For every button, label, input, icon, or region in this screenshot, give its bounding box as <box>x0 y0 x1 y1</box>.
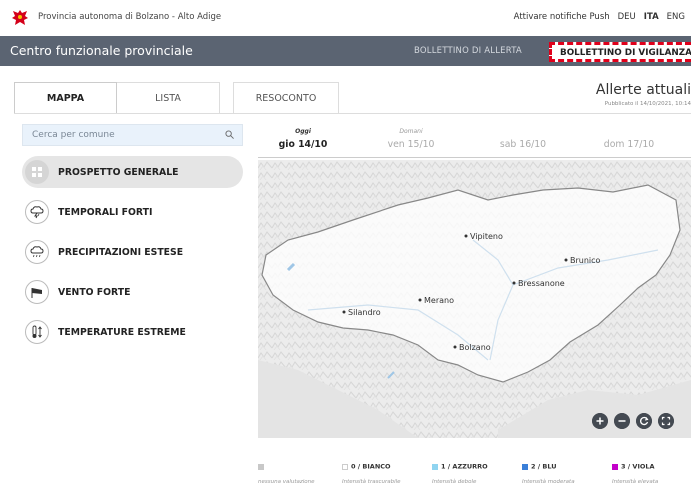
city-marker-bolzano[interactable]: Bolzano <box>453 343 491 352</box>
day-tab-3[interactable]: dom 17/10 <box>584 128 674 150</box>
fullscreen-icon[interactable] <box>658 413 674 429</box>
legend-item-viola: 3 / VIOLA Intensità elevata <box>612 456 658 485</box>
legend-label: 1 / AZZURRO <box>441 462 488 471</box>
legend-swatch <box>522 463 528 470</box>
sidebar-item-precipitazioni[interactable]: PRECIPITAZIONI ESTESE <box>22 236 243 268</box>
city-label: Brunico <box>570 256 601 265</box>
day-top-label <box>584 128 674 137</box>
top-bar: Provincia autonoma di Bolzano - Alto Adi… <box>0 0 691 36</box>
main-navbar: Centro funzionale provinciale BOLLETTINO… <box>0 36 691 66</box>
view-tabs: MAPPA LISTA RESOCONTO <box>14 82 339 114</box>
city-marker-silandro[interactable]: Silandro <box>342 308 381 317</box>
search-placeholder: Cerca per comune <box>32 130 115 140</box>
day-top-label: Oggi <box>295 128 311 135</box>
sidebar-item-temporali[interactable]: TEMPORALI FORTI <box>22 196 243 228</box>
lang-ita[interactable]: ITA <box>644 12 659 22</box>
alert-map[interactable]: Vipiteno Brunico Bressanone Merano Silan… <box>258 160 691 438</box>
legend-desc: Intensità elevata <box>612 479 659 485</box>
day-top-label: Domani <box>399 128 423 135</box>
day-tab-2[interactable]: sab 16/10 <box>478 128 568 150</box>
province-eagle-logo[interactable] <box>12 9 28 27</box>
day-top-label <box>478 128 568 137</box>
intensity-legend: nessuna valutazione 0 / BIANCO Intensità… <box>258 456 691 492</box>
site-title[interactable]: Centro funzionale provinciale <box>10 43 193 58</box>
city-marker-bressanone[interactable]: Bressanone <box>512 279 565 288</box>
sidebar-item-label: PROSPETTO GENERALE <box>58 166 179 178</box>
tab-divider <box>14 113 691 114</box>
thunderstorm-icon <box>25 200 49 224</box>
push-notification-link[interactable]: Attivare notifiche Push <box>514 12 610 22</box>
zoom-out-icon[interactable] <box>614 413 630 429</box>
sidebar-item-label: PRECIPITAZIONI ESTESE <box>58 246 184 258</box>
day-divider <box>258 157 691 158</box>
legend-item-none: nessuna valutazione <box>258 456 315 485</box>
legend-label: 3 / VIOLA <box>621 462 655 471</box>
city-label: Vipiteno <box>470 232 503 241</box>
legend-swatch <box>432 463 438 470</box>
published-date: Pubblicato il 14/10/2021, 10:14 <box>604 101 691 107</box>
legend-swatch <box>612 463 618 470</box>
grid-icon <box>25 160 49 184</box>
wind-icon <box>25 280 49 304</box>
thermometer-icon <box>25 320 49 344</box>
legend-label: 0 / BIANCO <box>351 462 391 471</box>
hazard-list: PROSPETTO GENERALE TEMPORALI FORTI PRECI… <box>22 156 243 356</box>
city-label: Bressanone <box>518 279 565 288</box>
tab-lista[interactable]: LISTA <box>117 82 220 114</box>
legend-swatch <box>258 463 264 470</box>
day-selector: Oggi gio 14/10 Domani ven 15/10 sab 16/1… <box>258 128 691 158</box>
map-canvas[interactable]: Vipiteno Brunico Bressanone Merano Silan… <box>258 160 691 438</box>
legend-desc: Intensità moderata <box>522 479 575 485</box>
sidebar-item-label: VENTO FORTE <box>58 286 131 298</box>
reset-view-icon[interactable] <box>636 413 652 429</box>
legend-desc: Intensità debole <box>432 479 477 485</box>
city-label: Merano <box>424 296 454 305</box>
city-label: Silandro <box>348 308 381 317</box>
sidebar-item-prospetto[interactable]: PROSPETTO GENERALE <box>22 156 243 188</box>
province-name[interactable]: Provincia autonoma di Bolzano - Alto Adi… <box>38 12 221 22</box>
day-label: sab 16/10 <box>499 139 547 150</box>
lang-deu[interactable]: DEU <box>618 12 636 22</box>
legend-item-azzurro: 1 / AZZURRO Intensità debole <box>432 456 488 485</box>
city-marker-merano[interactable]: Merano <box>418 296 455 305</box>
city-marker-brunico[interactable]: Brunico <box>564 256 601 265</box>
day-label: gio 14/10 <box>278 139 328 150</box>
search-icon[interactable] <box>225 130 234 139</box>
city-marker-vipiteno[interactable]: Vipiteno <box>464 232 503 241</box>
rain-cloud-icon <box>25 240 49 264</box>
nav-bollettino-vigilanza[interactable]: BOLLETTINO DI VIGILANZA <box>549 42 691 62</box>
legend-item-bianco: 0 / BIANCO Intensità trascurabile <box>342 456 401 485</box>
top-right-links: Attivare notifiche Push DEU ITA ENG <box>514 12 685 22</box>
sidebar-item-temperature[interactable]: TEMPERATURE ESTREME <box>22 316 243 348</box>
search-input[interactable]: Cerca per comune <box>22 124 243 146</box>
page-title: Allerte attuali <box>595 82 691 98</box>
zoom-in-icon[interactable] <box>592 413 608 429</box>
legend-label: 2 / BLU <box>531 462 557 471</box>
legend-desc: Intensità trascurabile <box>342 479 401 485</box>
legend-item-blu: 2 / BLU Intensità moderata <box>522 456 575 485</box>
day-tab-1[interactable]: Domani ven 15/10 <box>366 128 456 150</box>
sidebar-item-label: TEMPERATURE ESTREME <box>58 326 186 338</box>
sidebar-item-vento[interactable]: VENTO FORTE <box>22 276 243 308</box>
legend-desc: nessuna valutazione <box>258 479 315 485</box>
tab-mappa[interactable]: MAPPA <box>14 82 117 114</box>
day-tab-0[interactable]: Oggi gio 14/10 <box>258 128 348 150</box>
sidebar-item-label: TEMPORALI FORTI <box>58 206 153 218</box>
nav-bollettino-allerta[interactable]: BOLLETTINO DI ALLERTA <box>414 46 522 56</box>
day-label: dom 17/10 <box>603 139 655 150</box>
city-label: Bolzano <box>459 343 491 352</box>
tab-resoconto[interactable]: RESOCONTO <box>233 82 339 114</box>
legend-swatch <box>342 463 348 470</box>
day-label: ven 15/10 <box>387 139 435 150</box>
lang-eng[interactable]: ENG <box>667 12 685 22</box>
